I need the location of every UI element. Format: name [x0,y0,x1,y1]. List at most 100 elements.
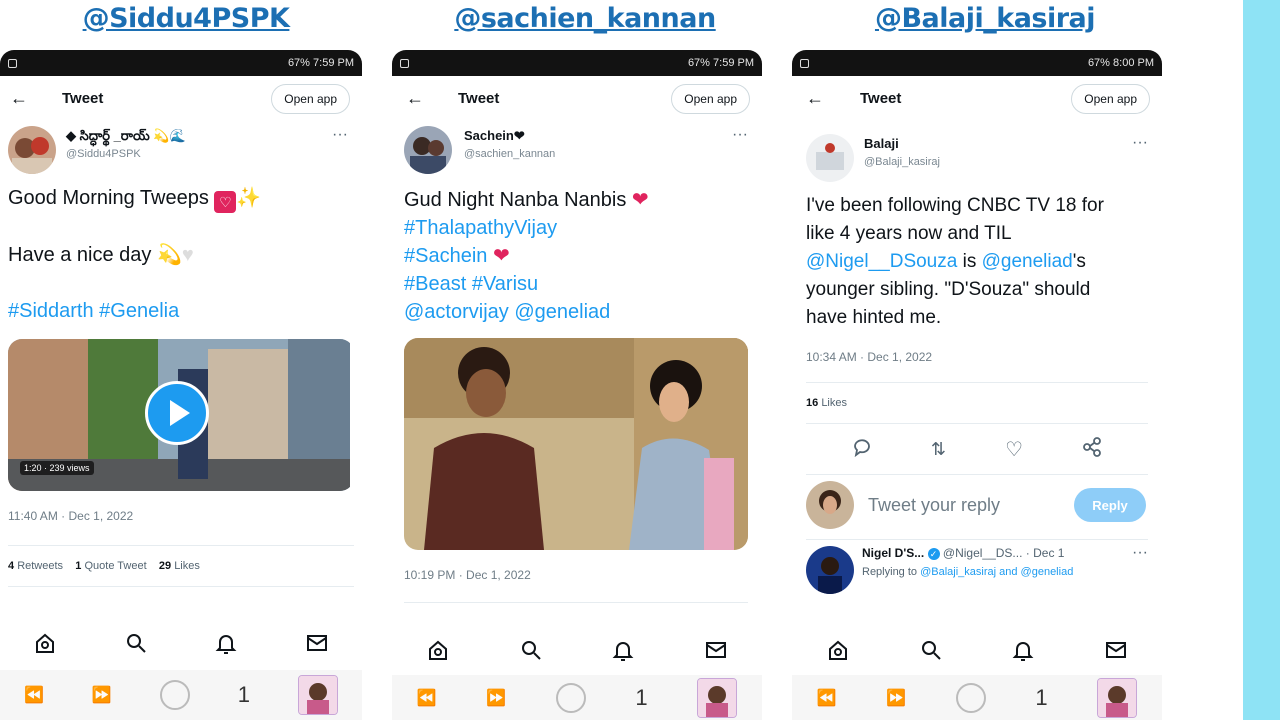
mention-geneliad[interactable]: @geneliad [982,251,1073,272]
like-icon[interactable]: ♡ [1005,437,1023,462]
mention-nigel[interactable]: @Nigel__DSouza [806,251,957,272]
mail-icon[interactable] [1102,636,1130,664]
author-handle[interactable]: @Siddu4PSPK [66,148,141,160]
page-title: Tweet [860,90,902,107]
tweet-timestamp[interactable]: 10:34 AM · Dec 1, 2022 [792,350,1162,364]
avatar[interactable] [806,134,854,182]
bottom-nav [0,618,362,668]
divider [404,602,748,603]
forward-icon[interactable]: ⏩ [92,685,112,705]
home-circle-icon[interactable] [955,682,986,713]
tab-thumbnail[interactable] [1097,677,1138,718]
author-name[interactable]: Sachein❤ [464,128,525,144]
tweet-image[interactable] [404,338,748,550]
reply-button[interactable]: Reply [1074,488,1146,522]
more-options-icon[interactable]: ··· [1132,544,1148,562]
white-heart-icon: ♥ [181,244,194,266]
forward-icon[interactable]: ⏩ [886,688,906,708]
tab-count[interactable]: 1 [238,682,250,708]
search-icon[interactable] [517,636,545,664]
reply-author-name[interactable]: Nigel D'S... [862,546,924,560]
reply-tweet[interactable]: Nigel D'S... ✓ @Nigel__DS... · Dec 1 ···… [792,540,1162,596]
search-icon[interactable] [917,636,945,664]
avatar[interactable] [806,481,854,529]
tab-count[interactable]: 1 [1035,685,1047,711]
mentions[interactable]: @actorvijay @geneliad [404,298,754,326]
back-arrow-icon[interactable]: ← [806,88,824,109]
tab-thumbnail[interactable] [297,675,338,715]
tweet-line-1: Gud Night Nanba Nanbis [404,189,627,211]
video-length: 1:20 [24,463,42,473]
reply-input[interactable]: Tweet your reply [868,495,1000,516]
likes-count[interactable]: 29 [159,560,171,572]
likes-label[interactable]: Likes [174,560,200,572]
rewind-icon[interactable]: ⏪ [24,685,44,705]
forward-icon[interactable]: ⏩ [486,688,506,708]
bell-icon[interactable] [1009,636,1037,664]
battery-level: 67% [287,57,310,69]
author-handle[interactable]: @Balaji_kasiraj [864,156,940,168]
page-title: Tweet [458,90,500,107]
rewind-icon[interactable]: ⏪ [817,688,837,708]
tweet-timestamp[interactable]: 10:19 PM · Dec 1, 2022 [392,568,762,582]
likes-label[interactable]: Likes [821,397,847,409]
column-title-1: @Siddu4PSPK [82,3,290,34]
tweet-author: Balaji @Balaji_kasiraj ··· [792,130,1162,186]
video-info: 1:20 · 239 views [20,461,94,475]
quotes-count[interactable]: 1 [75,560,81,572]
mail-icon[interactable] [702,636,730,664]
avatar[interactable] [404,126,452,174]
author-name[interactable]: ◆ సిద్ధార్థ్ _రాయ్ 💫🌊 [66,128,186,147]
reply-author-handle[interactable]: @Nigel__DS... [943,546,1023,560]
hashtags[interactable]: #Beast #Varisu [404,270,754,298]
share-icon[interactable] [1082,436,1102,462]
bottom-nav [792,625,1162,675]
tweet-timestamp[interactable]: 11:40 AM · Dec 1, 2022 [0,509,362,523]
column-title-2: @sachien_kannan [454,3,716,34]
home-circle-icon[interactable] [159,680,190,710]
open-app-button[interactable]: Open app [671,84,750,114]
rewind-icon[interactable]: ⏪ [417,688,437,708]
retweet-icon[interactable]: ⇅ [931,439,946,460]
tweet-text: Gud Night Nanba Nanbis ❤ #ThalapathyVija… [392,186,762,326]
more-options-icon[interactable]: ··· [332,126,348,144]
tweet-author: ◆ సిద్ధార్థ్ _రాయ్ 💫🌊 @Siddu4PSPK ··· [0,122,362,178]
play-button-icon[interactable] [145,381,209,445]
home-circle-icon[interactable] [555,682,586,713]
back-arrow-icon[interactable]: ← [406,88,424,109]
hashtag-thalapathyvijay[interactable]: #ThalapathyVijay [404,214,754,242]
tweet-video[interactable]: 1:20 · 239 views [8,339,354,491]
avatar[interactable] [806,546,854,594]
back-arrow-icon[interactable]: ← [10,88,28,109]
tweet-header: ← Tweet Open app [0,76,362,122]
heart-icon: ❤ [631,189,649,211]
retweets-label[interactable]: Retweets [17,560,63,572]
hashtags[interactable]: #Siddarth #Genelia [8,297,354,325]
likes-count[interactable]: 16 [806,397,818,409]
retweets-count[interactable]: 4 [8,560,14,572]
more-options-icon[interactable]: ··· [732,126,748,144]
quotes-label[interactable]: Quote Tweet [84,560,146,572]
tweet-stats: 16 Likes [792,397,1162,409]
bell-icon[interactable] [609,636,637,664]
open-app-button[interactable]: Open app [1071,84,1150,114]
author-name[interactable]: Balaji [864,136,899,151]
bell-icon[interactable] [212,629,240,657]
tab-thumbnail[interactable] [697,677,738,718]
tab-count[interactable]: 1 [635,685,647,711]
avatar[interactable] [8,126,56,174]
replying-to-mentions[interactable]: @Balaji_kasiraj and @geneliad [920,566,1073,578]
replying-to: Replying to @Balaji_kasiraj and @genelia… [862,566,1073,578]
tweet-text-part-2: is [957,251,982,272]
tweet-line-1: Good Morning Tweeps [8,187,209,209]
home-icon[interactable] [824,636,852,664]
reply-icon[interactable] [852,437,872,462]
author-handle[interactable]: @sachien_kannan [464,148,555,160]
home-icon[interactable] [424,636,452,664]
search-icon[interactable] [122,629,150,657]
home-icon[interactable] [31,629,59,657]
more-options-icon[interactable]: ··· [1132,134,1148,152]
hashtag-sachein[interactable]: #Sachein [404,245,487,267]
mail-icon[interactable] [303,629,331,657]
open-app-button[interactable]: Open app [271,84,350,114]
